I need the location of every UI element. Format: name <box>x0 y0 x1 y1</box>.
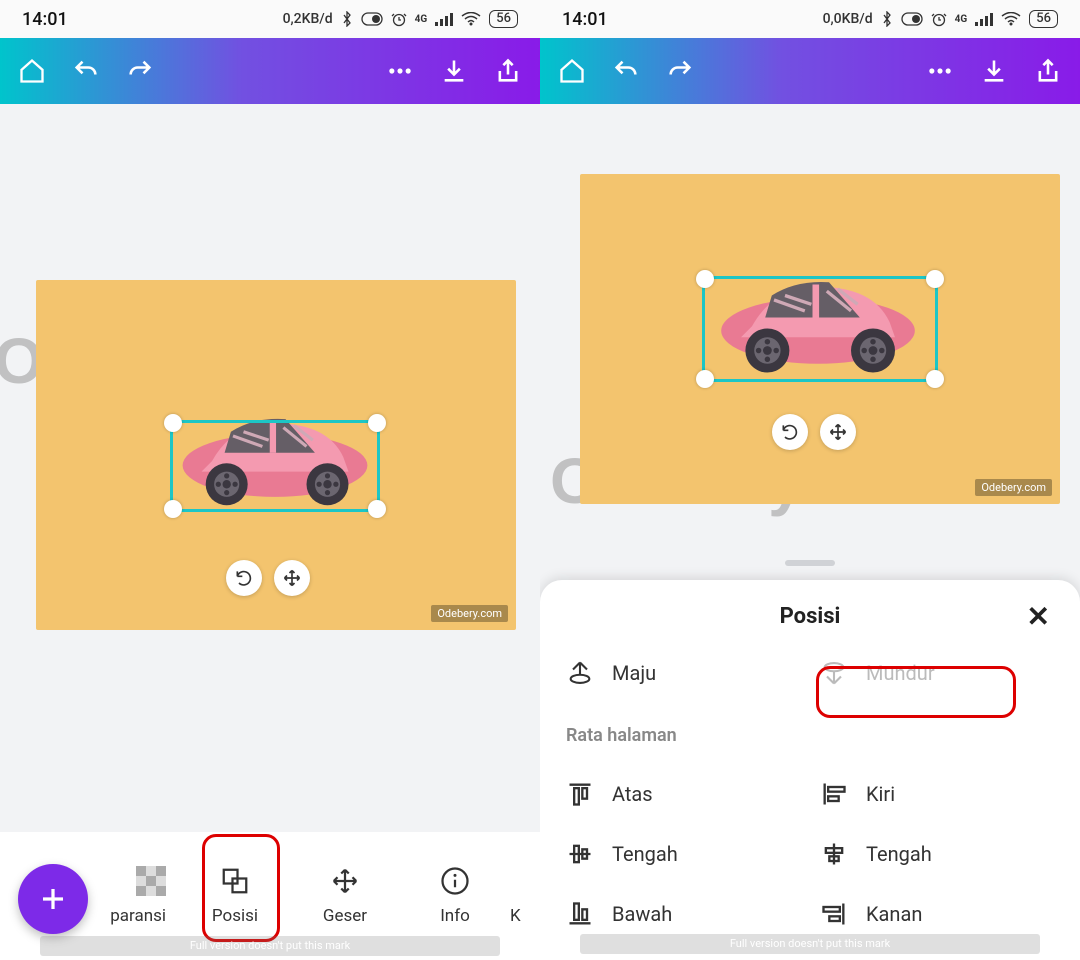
alarm-icon <box>931 11 947 27</box>
status-net: 0,2KB/d <box>283 11 333 27</box>
status-battery: 56 <box>1029 10 1058 28</box>
bluetooth-icon <box>341 11 353 27</box>
plus-icon <box>38 884 68 914</box>
align-bottom-icon <box>566 900 594 928</box>
resize-handle-bl[interactable] <box>696 370 714 388</box>
signal-icon <box>435 12 453 26</box>
status-time: 14:01 <box>562 9 608 30</box>
selection-box[interactable] <box>170 420 380 512</box>
nudge-icon <box>330 866 360 896</box>
toggle-icon <box>901 12 923 26</box>
bluetooth-icon <box>881 11 893 27</box>
align-left-icon <box>820 780 848 808</box>
position-sheet: Posisi ✕ Maju Mundur Rata halaman Atas <box>540 580 1080 960</box>
home-icon[interactable] <box>18 57 46 85</box>
tool-transparency[interactable]: paransi <box>100 866 180 926</box>
status-bar: 14:01 0,2KB/d 4G 56 <box>0 0 540 38</box>
option-align-vcenter[interactable]: Tengah <box>566 840 800 868</box>
option-label: Mundur <box>866 661 935 685</box>
section-label: Rata halaman <box>566 719 1054 748</box>
option-align-hcenter[interactable]: Tengah <box>820 840 1054 868</box>
tool-label: paransi <box>110 906 166 926</box>
option-label: Kanan <box>866 902 922 926</box>
wifi-icon <box>1001 12 1021 26</box>
tool-nudge[interactable]: Geser <box>290 866 400 926</box>
option-label: Maju <box>612 661 656 685</box>
align-vcenter-icon <box>566 840 594 868</box>
more-icon[interactable] <box>926 57 954 85</box>
close-icon[interactable]: ✕ <box>1027 600 1050 633</box>
tool-label: K <box>510 906 521 926</box>
option-forward[interactable]: Maju <box>566 659 800 687</box>
option-label: Atas <box>612 782 653 806</box>
toggle-icon <box>361 12 383 26</box>
undo-icon[interactable] <box>612 57 640 85</box>
move-button[interactable] <box>274 560 310 596</box>
rotate-button[interactable] <box>772 414 808 450</box>
option-backward: Mundur <box>820 659 1054 687</box>
status-time: 14:01 <box>22 9 68 30</box>
align-right-icon <box>820 900 848 928</box>
tool-position[interactable]: Posisi <box>180 866 290 926</box>
signal-icon <box>975 12 993 26</box>
move-button[interactable] <box>820 414 856 450</box>
redo-icon[interactable] <box>126 57 154 85</box>
trial-watermark: Full version doesn't put this mark <box>40 936 500 956</box>
transparency-icon <box>136 866 166 896</box>
download-icon[interactable] <box>980 57 1008 85</box>
resize-handle-tl[interactable] <box>696 270 714 288</box>
resize-handle-tr[interactable] <box>368 414 386 432</box>
align-top-icon <box>566 780 594 808</box>
position-icon <box>220 866 250 896</box>
undo-icon[interactable] <box>72 57 100 85</box>
tool-label: Info <box>440 906 470 926</box>
option-align-bottom[interactable]: Bawah <box>566 900 800 928</box>
resize-handle-bl[interactable] <box>164 500 182 518</box>
resize-handle-br[interactable] <box>926 370 944 388</box>
status-bar: 14:01 0,0KB/d 4G 56 <box>540 0 1080 38</box>
option-label: Kiri <box>866 782 895 806</box>
home-icon[interactable] <box>558 57 586 85</box>
rotate-button[interactable] <box>226 560 262 596</box>
option-label: Tengah <box>612 842 678 866</box>
resize-handle-br[interactable] <box>368 500 386 518</box>
selection-box[interactable] <box>702 276 938 382</box>
redo-icon[interactable] <box>666 57 694 85</box>
app-toolbar <box>0 38 540 104</box>
tool-label: Geser <box>323 906 367 926</box>
wifi-icon <box>461 12 481 26</box>
backward-icon <box>820 659 848 687</box>
artboard-mark: Odebery.com <box>975 479 1052 496</box>
app-toolbar <box>540 38 1080 104</box>
fab-add[interactable] <box>18 864 88 934</box>
share-icon[interactable] <box>1034 57 1062 85</box>
sheet-drag-handle[interactable] <box>785 560 835 566</box>
forward-icon <box>566 659 594 687</box>
tool-more-cut[interactable]: K <box>510 866 540 926</box>
option-align-left[interactable]: Kiri <box>820 780 1054 808</box>
more-icon[interactable] <box>386 57 414 85</box>
share-icon[interactable] <box>494 57 522 85</box>
download-icon[interactable] <box>440 57 468 85</box>
option-label: Bawah <box>612 902 672 926</box>
option-align-right[interactable]: Kanan <box>820 900 1054 928</box>
option-label: Tengah <box>866 842 932 866</box>
alarm-icon <box>391 11 407 27</box>
tool-info[interactable]: Info <box>400 866 510 926</box>
sheet-title: Posisi <box>780 604 841 629</box>
resize-handle-tr[interactable] <box>926 270 944 288</box>
tool-label: Posisi <box>212 906 258 926</box>
resize-handle-tl[interactable] <box>164 414 182 432</box>
artboard-mark: Odebery.com <box>431 605 508 622</box>
align-hcenter-icon <box>820 840 848 868</box>
trial-watermark: Full version doesn't put this mark <box>580 934 1040 954</box>
info-icon <box>440 866 470 896</box>
option-align-top[interactable]: Atas <box>566 780 800 808</box>
phone-right: 14:01 0,0KB/d 4G 56 <box>540 0 1080 960</box>
phone-left: 14:01 0,2KB/d 4G 56 <box>0 0 540 960</box>
status-net: 0,0KB/d <box>823 11 873 27</box>
status-battery: 56 <box>489 10 518 28</box>
